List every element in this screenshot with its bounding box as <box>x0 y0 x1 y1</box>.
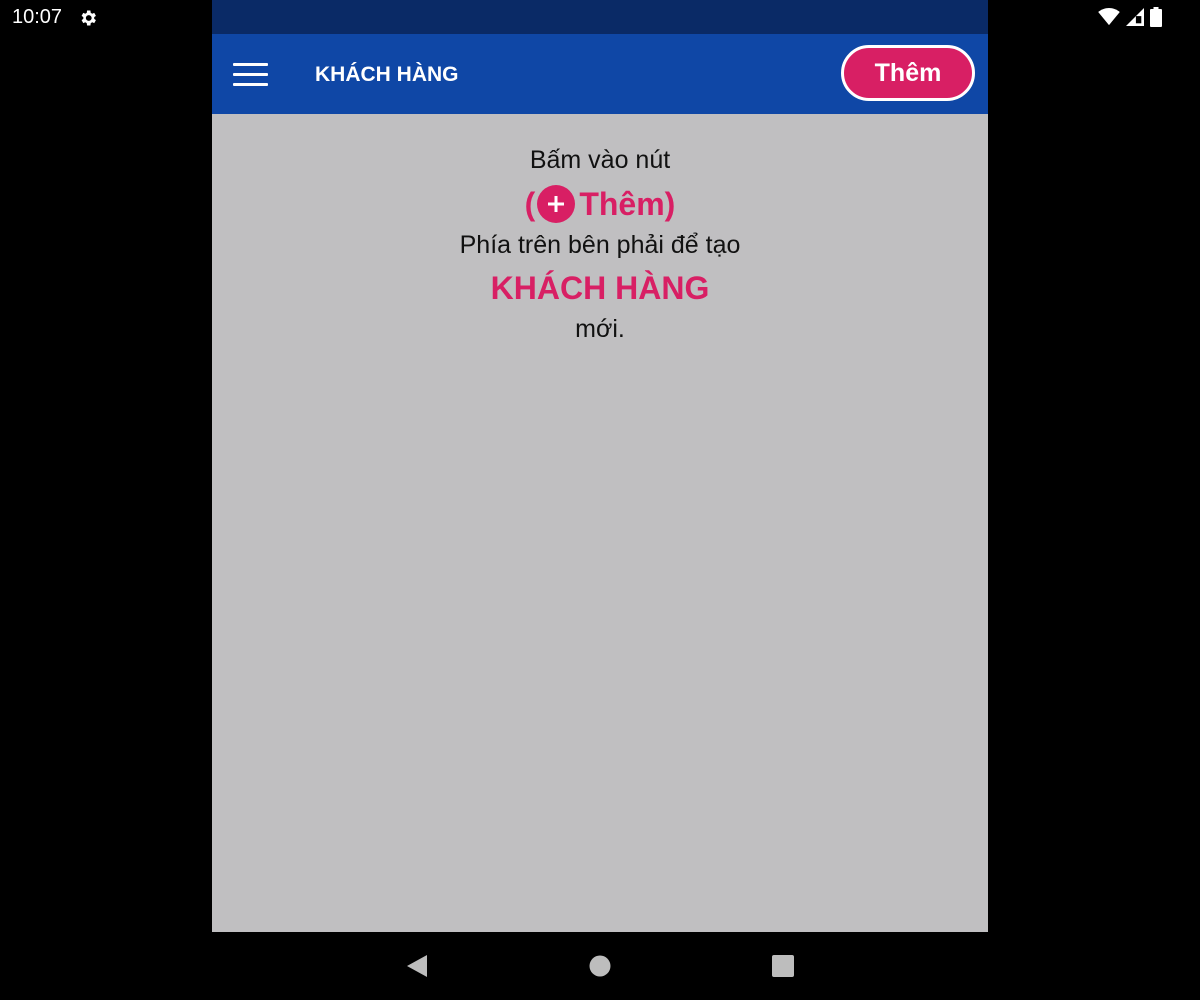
back-icon[interactable] <box>402 952 430 980</box>
empty-state-line-1: Bấm vào nút <box>529 146 671 174</box>
empty-state-line-5: mới. <box>575 315 625 343</box>
gear-icon <box>81 10 96 26</box>
add-button-hint: ( Thêm ) <box>212 184 988 224</box>
signal-icon <box>1126 8 1144 26</box>
empty-state-message: Bấm vào nút ( Thêm ) Phía trên bên phải … <box>212 142 988 346</box>
recents-icon[interactable] <box>769 952 797 980</box>
top-app-bar: KHÁCH HÀNG Thêm <box>212 34 988 114</box>
status-time: 10:07 <box>12 6 63 28</box>
wifi-icon <box>1098 8 1120 26</box>
app-status-strip <box>212 0 988 34</box>
app-window: KHÁCH HÀNG Thêm Bấm vào nút ( Thêm ) Phí… <box>212 0 988 932</box>
hamburger-icon[interactable] <box>226 54 274 94</box>
hint-open-paren: ( <box>524 186 536 222</box>
add-button[interactable]: Thêm <box>841 45 975 101</box>
plus-circle-icon <box>537 185 576 223</box>
hamburger-bar <box>232 72 268 76</box>
hint-close-paren: ) <box>664 186 676 222</box>
empty-state-entity: KHÁCH HÀNG <box>490 270 710 306</box>
device-screen: 10:07 KHÁCH HÀNG Thêm Bấm vào nút (Thêm… <box>0 0 1200 1000</box>
hamburger-bar <box>232 62 268 66</box>
hamburger-bar <box>232 82 268 86</box>
hint-button-label: Thêm <box>579 186 665 222</box>
page-title: KHÁCH HÀNG <box>315 63 459 86</box>
status-icons <box>1098 7 1162 27</box>
empty-state-line-3: Phía trên bên phải để tạo <box>459 231 741 259</box>
plus-icon <box>548 196 565 212</box>
battery-icon <box>1150 7 1162 27</box>
home-icon[interactable] <box>586 952 614 980</box>
navigation-bar <box>0 932 1200 1000</box>
